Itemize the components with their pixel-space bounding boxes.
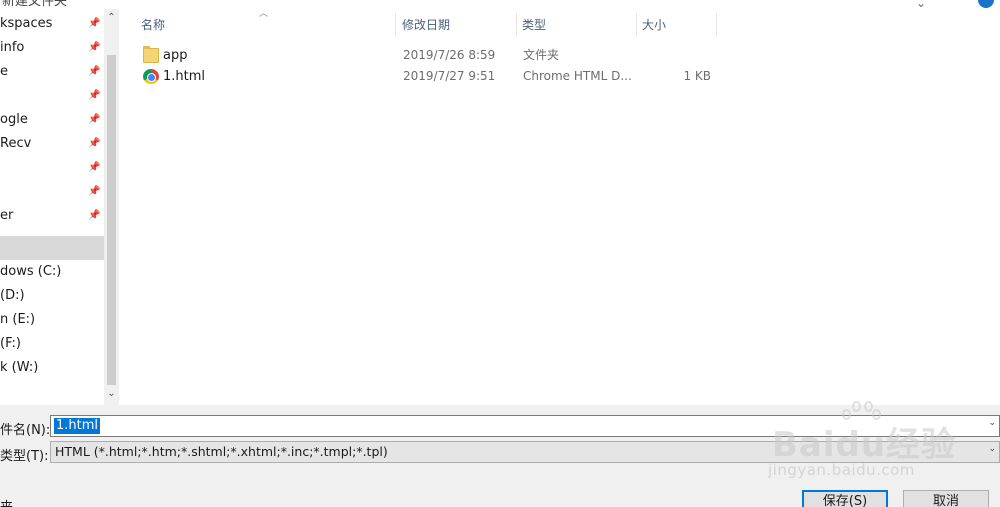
scroll-down-icon[interactable]: ⌄ [104, 388, 119, 399]
file-name: app [163, 48, 188, 63]
nav-item-blank-1[interactable]: 📌 [0, 84, 104, 108]
scrollbar-thumb[interactable] [107, 55, 116, 385]
pin-icon: 📌 [88, 186, 101, 197]
nav-item-label: kspaces [0, 16, 53, 31]
scroll-up-icon[interactable]: ⌃ [104, 12, 119, 23]
list-item[interactable]: 1.html 2019/7/27 9:51 Chrome HTML D... 1… [141, 66, 741, 87]
nav-item-google[interactable]: ogle 📌 [0, 108, 104, 132]
chevron-down-icon[interactable]: ⌄ [988, 444, 996, 454]
help-icon[interactable] [978, 0, 994, 8]
file-type: 文件夹 [523, 48, 560, 62]
nav-item-label: (D:) [0, 288, 25, 303]
nav-item-er[interactable]: er 📌 [0, 204, 104, 228]
file-list: ︿ 名称 修改日期 类型 大小 app 2019/7/26 8:59 文件夹 1… [119, 9, 1000, 405]
sort-ascending-icon: ︿ [259, 9, 269, 19]
window-title: 新建文件夹 [2, 0, 68, 9]
nav-item-drive-c[interactable]: dows (C:) [0, 260, 104, 284]
nav-item-workspaces[interactable]: kspaces 📌 [0, 12, 104, 36]
nav-item-info[interactable]: info 📌 [0, 36, 104, 60]
column-separator[interactable] [716, 13, 717, 37]
pin-icon: 📌 [88, 90, 101, 101]
pin-icon: 📌 [88, 138, 101, 149]
nav-item-drive-e[interactable]: n (E:) [0, 308, 104, 332]
column-header-name[interactable]: 名称 [141, 13, 165, 37]
nav-item-label: k (W:) [0, 360, 39, 375]
nav-item-recv[interactable]: Recv 📌 [0, 132, 104, 156]
nav-item-label: er [0, 208, 14, 223]
hide-folders-toggle[interactable]: 夹 [0, 496, 13, 507]
pin-icon: 📌 [88, 18, 101, 29]
pin-icon: 📌 [88, 42, 101, 53]
nav-item-label: e [0, 64, 8, 79]
pin-icon: 📌 [88, 114, 101, 125]
nav-item-blank-2[interactable]: 📌 [0, 156, 104, 180]
column-header-date[interactable]: 修改日期 [402, 13, 450, 37]
pin-icon: 📌 [88, 66, 101, 77]
filetype-label: 类型(T): [0, 449, 49, 464]
nav-item-drive-w[interactable]: k (W:) [0, 356, 104, 380]
column-header-type[interactable]: 类型 [522, 13, 546, 37]
filetype-select[interactable]: HTML (*.html;*.htm;*.shtml;*.xhtml;*.inc… [50, 441, 1000, 463]
column-header-size[interactable]: 大小 [642, 13, 666, 37]
navigation-pane: kspaces 📌 info 📌 e 📌 📌 ogle 📌 Recv 📌 📌 📌… [0, 9, 104, 405]
title-strip: 新建文件夹 ⌄ [0, 0, 1000, 9]
nav-scrollbar[interactable]: ⌃ ⌄ [104, 9, 119, 405]
nav-item-e[interactable]: e 📌 [0, 60, 104, 84]
nav-item-drive-d[interactable]: (D:) [0, 284, 104, 308]
save-button[interactable]: 保存(S) [802, 490, 888, 507]
file-size: 1 KB [683, 69, 711, 83]
filename-value: 1.html [54, 418, 101, 434]
column-separator[interactable] [516, 13, 517, 37]
list-item[interactable]: app 2019/7/26 8:59 文件夹 [141, 45, 741, 66]
nav-item-label: (F:) [0, 336, 21, 351]
file-name: 1.html [163, 69, 206, 84]
nav-item-label: Recv [0, 136, 32, 151]
chrome-html-icon [143, 69, 159, 84]
save-options-panel: 件名(N): 1.html ⌄ 类型(T): HTML (*.html;*.ht… [0, 405, 1000, 507]
cancel-button[interactable]: 取消 [903, 490, 989, 507]
nav-item-drive-f[interactable]: (F:) [0, 332, 104, 356]
nav-item-label: info [0, 40, 25, 55]
column-separator[interactable] [636, 13, 637, 37]
view-options-icon[interactable]: ⌄ [916, 0, 926, 9]
nav-item-label: dows (C:) [0, 264, 62, 279]
file-type: Chrome HTML D... [523, 69, 632, 83]
file-date: 2019/7/27 9:51 [403, 69, 496, 83]
file-date: 2019/7/26 8:59 [403, 48, 496, 62]
filename-input[interactable]: 1.html ⌄ [50, 415, 1000, 437]
filename-label: 件名(N): [0, 423, 51, 438]
chevron-down-icon[interactable]: ⌄ [988, 418, 996, 428]
nav-item-label: n (E:) [0, 312, 36, 327]
nav-item-blank-3[interactable]: 📌 [0, 180, 104, 204]
nav-item-label: ogle [0, 112, 28, 127]
column-separator[interactable] [395, 13, 396, 37]
folder-icon [143, 46, 159, 63]
pin-icon: 📌 [88, 162, 101, 173]
nav-item-this-pc[interactable] [0, 236, 104, 260]
pin-icon: 📌 [88, 210, 101, 221]
filetype-value: HTML (*.html;*.htm;*.shtml;*.xhtml;*.inc… [55, 444, 388, 459]
